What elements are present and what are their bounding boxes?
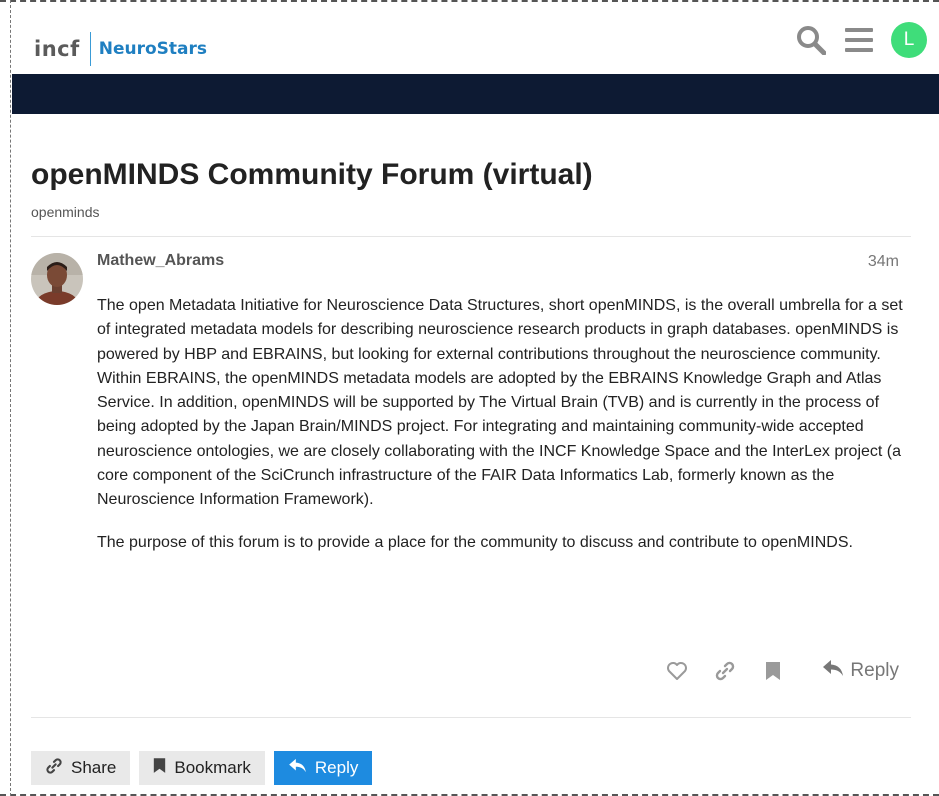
header-banner [12, 74, 939, 114]
heart-icon[interactable] [664, 658, 690, 684]
post-reply-button[interactable]: Reply [822, 659, 899, 683]
bookmark-icon [153, 757, 166, 779]
bookmark-label: Bookmark [174, 758, 251, 777]
topic-title[interactable]: openMINDS Community Forum (virtual) [31, 158, 593, 192]
post-paragraph: The open Metadata Initiative for Neurosc… [97, 297, 903, 509]
divider [31, 236, 911, 237]
post-timestamp[interactable]: 34m [868, 253, 899, 271]
post-reply-label: Reply [850, 660, 899, 681]
reply-arrow-icon [822, 659, 844, 683]
reply-button[interactable]: Reply [273, 751, 373, 785]
link-icon [45, 757, 63, 780]
reply-label: Reply [314, 758, 359, 777]
incf-logo-text: incf [34, 37, 80, 61]
post-author-name[interactable]: Mathew_Abrams [97, 252, 224, 270]
site-header: incf NeuroStars L [12, 6, 939, 74]
divider [31, 717, 911, 718]
user-avatar[interactable]: L [891, 22, 927, 58]
bookmark-button[interactable]: Bookmark [139, 751, 265, 785]
post-actions: Reply [664, 658, 899, 684]
bookmark-icon[interactable] [760, 658, 786, 684]
site-logo[interactable]: incf NeuroStars [34, 32, 207, 66]
reply-arrow-icon [288, 758, 307, 778]
search-icon[interactable] [795, 24, 827, 56]
post-paragraph: The purpose of this forum is to provide … [97, 533, 853, 551]
author-avatar[interactable] [31, 253, 83, 305]
share-label: Share [71, 758, 117, 777]
hamburger-menu-icon[interactable] [843, 24, 875, 56]
link-icon[interactable] [712, 658, 738, 684]
logo-separator [89, 32, 91, 66]
topic-footer-buttons: Share Bookmark Reply [31, 751, 373, 785]
snip-border-left [10, 0, 11, 796]
header-icons: L [795, 22, 927, 58]
snip-border-top [0, 0, 939, 2]
post-body: The open Metadata Initiative for Neurosc… [97, 294, 907, 573]
neurostars-logo-text: NeuroStars [98, 39, 208, 59]
topic-category[interactable]: openminds [31, 204, 100, 220]
share-button[interactable]: Share [31, 751, 131, 785]
